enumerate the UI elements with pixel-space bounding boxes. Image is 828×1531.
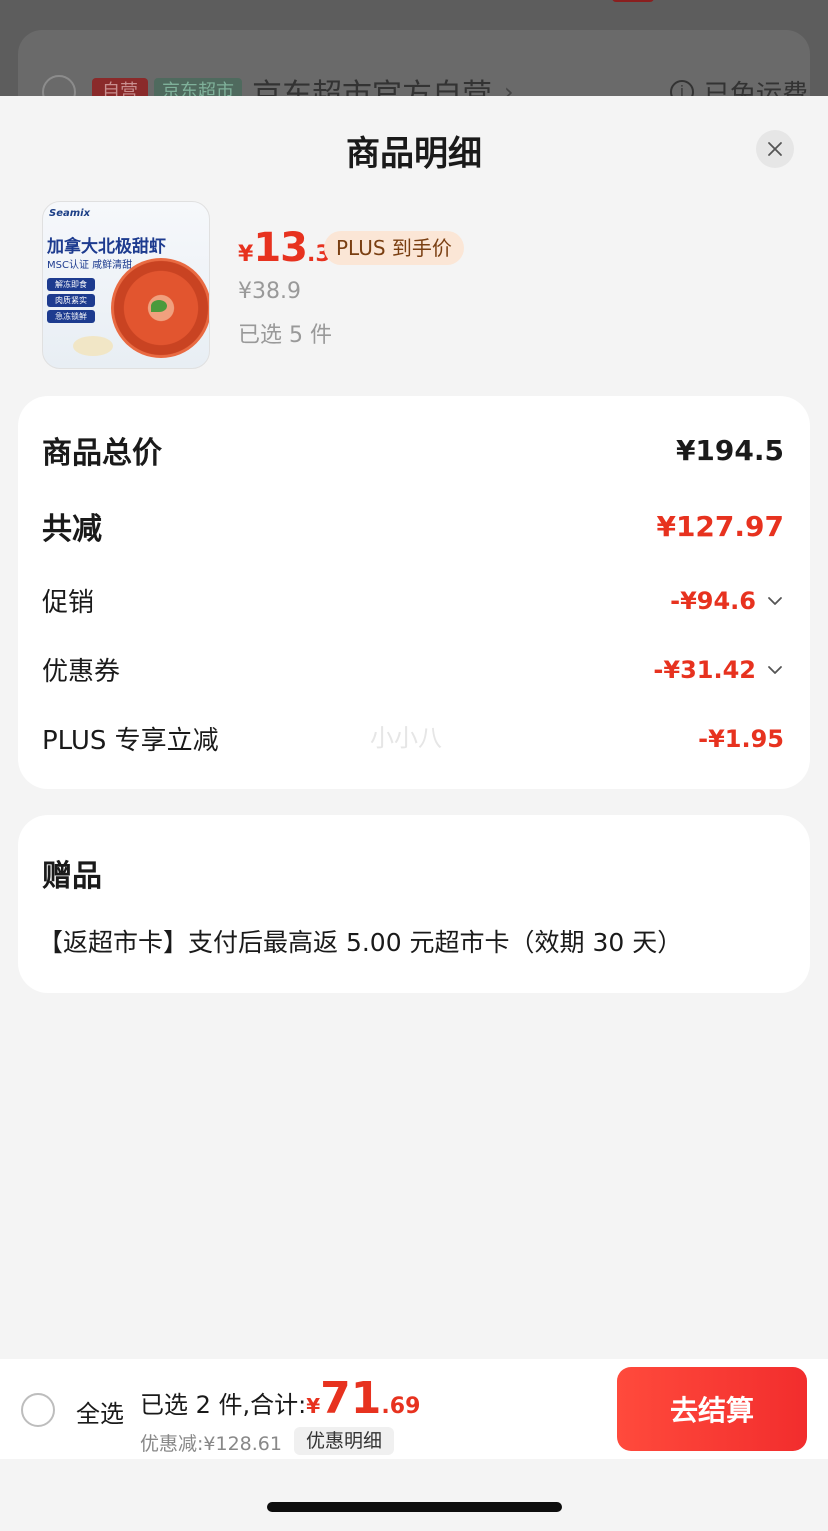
order-total-integer: 71 xyxy=(320,1373,382,1424)
discount-detail-button[interactable]: 优惠明细 xyxy=(294,1427,395,1455)
select-all-checkbox[interactable] xyxy=(21,1393,55,1427)
coupon-value: -¥31.42 xyxy=(653,655,756,684)
price-summary-card: 商品总价 ¥194.5 共减 ¥127.97 促销 -¥94.6 优惠券 -¥3… xyxy=(18,396,810,789)
product-image-subtitle: MSC认证 咸鲜清甜 xyxy=(47,260,133,271)
total-reduction-label: 共减 xyxy=(42,512,102,547)
product-image-badge: 肉质紧实 xyxy=(47,294,95,307)
home-indicator[interactable] xyxy=(267,1502,562,1512)
product-image-brand: Seamix xyxy=(49,208,91,219)
background-badge xyxy=(612,0,654,2)
promotion-value-group: -¥94.6 xyxy=(670,587,784,615)
order-total-decimal: .69 xyxy=(381,1394,421,1419)
order-total: 已选 2 件,合计: ¥ 71 .69 xyxy=(140,1373,420,1424)
shipping-status: 已免运费 xyxy=(703,79,808,97)
background-page-overlay: 自营 京东超市 京东超市官方自营 › i 已免运费 xyxy=(0,0,828,96)
discount-summary: 优惠减:¥128.61 xyxy=(140,1433,282,1455)
plus-discount-label: PLUS 专享立减 xyxy=(42,726,219,756)
coupon-label: 优惠券 xyxy=(42,657,121,687)
order-total-prefix: 已选 2 件,合计: xyxy=(140,1391,307,1419)
background-select-circle xyxy=(42,75,76,96)
product-image-badge: 解冻即食 xyxy=(47,278,95,291)
total-price-value: ¥194.5 xyxy=(675,433,784,467)
product-row: Seamix 加拿大北极甜虾 MSC认证 咸鲜清甜 解冻即食 肉质紧实 急冻锁鲜… xyxy=(42,201,802,371)
total-price-row: 商品总价 ¥194.5 xyxy=(42,428,784,472)
select-all-label[interactable]: 全选 xyxy=(76,1394,124,1429)
info-icon: i xyxy=(669,80,694,96)
product-image-title: 加拿大北极甜虾 xyxy=(47,237,166,257)
gift-title: 赠品 xyxy=(42,859,102,894)
checkout-button[interactable]: 去结算 xyxy=(617,1367,807,1451)
price-integer: 13 xyxy=(253,225,308,271)
plate-illustration xyxy=(73,336,113,356)
watermark-text: 小小八 xyxy=(370,724,442,752)
product-image[interactable]: Seamix 加拿大北极甜虾 MSC认证 咸鲜清甜 解冻即食 肉质紧实 急冻锁鲜 xyxy=(42,201,210,369)
original-price: ¥38.9 xyxy=(238,279,301,304)
promotion-row[interactable]: 促销 -¥94.6 xyxy=(42,582,784,619)
promotion-value: -¥94.6 xyxy=(670,586,756,615)
sheet-title: 商品明细 xyxy=(346,134,482,174)
close-button[interactable] xyxy=(756,130,794,168)
chevron-down-icon xyxy=(768,596,782,605)
promotion-label: 促销 xyxy=(42,588,95,618)
chevron-right-icon: › xyxy=(504,78,514,96)
gift-item: 【返超市卡】支付后最高返 5.00 元超市卡（效期 30 天） xyxy=(38,928,683,957)
selected-quantity: 已选 5 件 xyxy=(238,323,332,348)
supermarket-tag: 京东超市 xyxy=(154,78,242,96)
item-detail-sheet: 商品明细 Seamix 加拿大北极甜虾 MSC认证 咸鲜清甜 解冻即食 肉质紧实… xyxy=(0,96,828,1531)
shop-name: 京东超市官方自营 xyxy=(252,78,492,96)
self-operated-tag: 自营 xyxy=(92,78,148,96)
close-icon xyxy=(768,142,782,156)
coupon-row[interactable]: 优惠券 -¥31.42 xyxy=(42,651,784,688)
gift-card: 赠品 【返超市卡】支付后最高返 5.00 元超市卡（效期 30 天） xyxy=(18,815,810,993)
plus-price-tag: PLUS 到手价 xyxy=(324,231,464,265)
total-reduction-value: ¥127.97 xyxy=(656,509,784,543)
order-total-currency: ¥ xyxy=(306,1394,321,1418)
shrimp-bowl-illustration xyxy=(111,258,209,358)
total-reduction-row: 共减 ¥127.97 xyxy=(42,504,784,548)
price-currency: ¥ xyxy=(238,242,254,267)
product-image-badge: 急冻锁鲜 xyxy=(47,310,95,323)
coupon-value-group: -¥31.42 xyxy=(653,656,784,684)
background-shop-row: 自营 京东超市 京东超市官方自营 › i 已免运费 xyxy=(42,72,808,96)
plus-price: ¥ 13 .3 xyxy=(238,225,331,271)
checkout-bar: 全选 已选 2 件,合计: ¥ 71 .69 优惠减:¥128.61 优惠明细 … xyxy=(0,1359,828,1459)
plus-discount-value: -¥1.95 xyxy=(698,724,784,753)
chevron-down-icon xyxy=(768,665,782,674)
total-price-label: 商品总价 xyxy=(42,436,162,471)
